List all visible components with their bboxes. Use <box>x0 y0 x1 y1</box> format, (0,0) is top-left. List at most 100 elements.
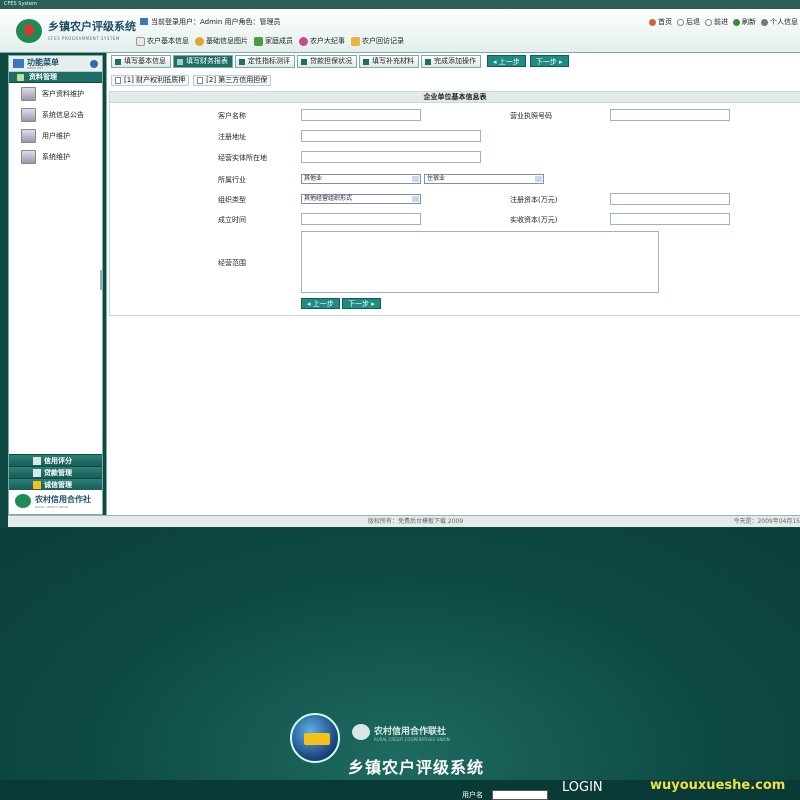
sidebar-section-credit-score[interactable]: 信用评分 <box>9 454 102 466</box>
form-prev-button[interactable]: ◂ 上一步 <box>301 298 340 309</box>
industry-select-primary[interactable]: 其他业 <box>301 174 421 184</box>
quick-link-visit-records[interactable]: 农户回访记录 <box>351 36 404 46</box>
login-button[interactable]: LOGIN <box>562 780 603 795</box>
paid-capital-input[interactable] <box>610 213 730 225</box>
sidebar: 功能菜单 MENU LIST 资料管理 客户资料维护 系统信息公告 用户维护 系… <box>8 55 103 515</box>
home-icon <box>649 18 656 26</box>
industry-label: 所属行业 <box>218 176 246 184</box>
reg-capital-label: 注册资本(万元) <box>510 196 558 204</box>
quick-link-basic-photos[interactable]: 基础信息图片 <box>195 36 248 46</box>
prev-step-button[interactable]: ◂ 上一步 <box>487 55 526 67</box>
sidebar-item-system-maintenance[interactable]: 系统维护 <box>9 146 102 167</box>
biz-scope-label: 经营范围 <box>218 259 246 267</box>
events-icon <box>299 36 308 46</box>
license-no-input[interactable] <box>610 109 730 121</box>
sidebar-item-label: 系统维护 <box>42 152 70 161</box>
username-input[interactable] <box>492 790 548 800</box>
quick-link-family-members[interactable]: 家庭成员 <box>254 36 293 46</box>
forward-icon <box>705 18 712 26</box>
tab-loan-guarantee[interactable]: 贷款担保状况 <box>297 55 357 68</box>
quick-link-label: 农户大纪事 <box>310 37 345 45</box>
subtab-label: [2] 第三方信用担保 <box>206 76 268 84</box>
form-next-button[interactable]: 下一步 ▸ <box>342 298 381 309</box>
sidebar-section-loan-management[interactable]: 贷款管理 <box>9 466 102 478</box>
watermark-text: wuyouxueshe.com <box>650 778 786 793</box>
tab-financial-report[interactable]: 填写财务报表 <box>173 55 233 68</box>
tab-label: 填写基本信息 <box>124 57 166 65</box>
sidebar-item-label: 用户维护 <box>42 131 70 140</box>
reg-capital-input[interactable] <box>610 193 730 205</box>
app-subtitle: CFES PROGRAMMENT SYSTEM <box>48 36 120 41</box>
subtab-label: [1] 财产权利抵质押 <box>124 76 186 84</box>
quick-link-label: 农户回访记录 <box>362 37 404 45</box>
sidebar-section-integrity-management[interactable]: 诚信管理 <box>9 478 102 490</box>
section-label: 资料管理 <box>29 73 57 81</box>
sidebar-item-user-maintenance[interactable]: 用户维护 <box>9 125 102 146</box>
tab-label: 填写补充材料 <box>372 57 414 65</box>
reg-address-input[interactable] <box>301 130 481 142</box>
tab-complete[interactable]: 完成添加操作 <box>421 55 481 68</box>
rural-credit-emblem-icon <box>352 724 370 740</box>
loan-icon <box>33 469 41 477</box>
sidebar-logo-text: 农村信用合作社 <box>35 495 91 504</box>
forward-link[interactable]: 前进 <box>705 17 728 27</box>
profile-icon <box>761 18 768 26</box>
tab-label: 定性指标测评 <box>248 57 290 65</box>
biz-scope-textarea[interactable] <box>301 231 659 293</box>
home-label: 首页 <box>658 18 672 26</box>
sidebar-subtitle: MENU LIST <box>27 66 44 70</box>
rural-credit-emblem-icon <box>16 19 42 43</box>
tab-supplementary-material[interactable]: 填写补充材料 <box>359 55 419 68</box>
date-text: 今天是：2009年04月15 <box>733 518 800 525</box>
user-info-text: 当前登录用户：Admin 用户角色：管理员 <box>151 18 281 26</box>
industry-select-secondary[interactable]: 住宿业 <box>424 174 544 184</box>
credit-score-icon <box>33 457 41 465</box>
header-nav-links: 首页 后退 前进 刷新 个人信息 <box>649 17 798 27</box>
username-label: 用户名 <box>462 791 483 799</box>
sidebar-section-data-management[interactable]: 资料管理 <box>9 72 102 83</box>
sidebar-header: 功能菜单 MENU LIST <box>9 56 102 72</box>
tab-icon <box>177 58 183 65</box>
form-prev-label: 上一步 <box>312 300 334 308</box>
subtab-guarantee[interactable]: [2] 第三方信用担保 <box>193 75 272 86</box>
menu-icon <box>13 59 24 68</box>
window-title-bar: CFES System <box>0 0 800 9</box>
subtab-collateral[interactable]: [1] 财产权利抵质押 <box>111 75 190 86</box>
document-icon <box>115 77 121 84</box>
home-link[interactable]: 首页 <box>649 17 672 27</box>
notice-icon <box>21 107 36 122</box>
folder-icon <box>351 36 360 46</box>
tab-icon <box>301 58 307 65</box>
refresh-link[interactable]: 刷新 <box>733 17 756 27</box>
sidebar-item-customer-data[interactable]: 客户资料维护 <box>9 83 102 104</box>
org-type-select[interactable]: 其他经营组织形式 <box>301 194 421 204</box>
login-background: 农村信用合作联社 RURAL CREDIT COOPERATIVES UNION… <box>0 528 800 800</box>
association-subname: RURAL CREDIT COOPERATIVES UNION <box>374 737 450 742</box>
photo-icon <box>195 36 204 46</box>
sidebar-item-system-notice[interactable]: 系统信息公告 <box>9 104 102 125</box>
sidebar-splitter[interactable] <box>100 270 103 290</box>
sidebar-logo-subtext: RURAL CREDIT UNION <box>35 505 68 509</box>
profile-link[interactable]: 个人信息 <box>761 17 798 27</box>
quick-link-label: 基础信息图片 <box>206 37 248 45</box>
login-system-title: 乡镇农户评级系统 <box>348 758 485 777</box>
tab-icon <box>363 58 369 65</box>
cfes-logo-mark <box>304 733 330 745</box>
main-content: 填写基本信息 填写财务报表 定性指标测评 贷款担保状况 填写补充材料 完成添加操… <box>106 53 800 515</box>
tab-icon <box>425 58 431 65</box>
tab-qualitative-evaluation[interactable]: 定性指标测评 <box>235 55 295 68</box>
sub-tabs: [1] 财产权利抵质押 [2] 第三方信用担保 <box>111 75 272 86</box>
biz-location-input[interactable] <box>301 151 481 163</box>
customer-name-input[interactable] <box>301 109 421 121</box>
quick-link-household-info[interactable]: 农户基本信息 <box>136 36 189 46</box>
back-link[interactable]: 后退 <box>677 17 700 27</box>
established-input[interactable] <box>301 213 421 225</box>
sidebar-bottom: 信用评分 贷款管理 诚信管理 农村信用合作社 RURAL CREDIT UNIO… <box>9 454 102 514</box>
quick-link-events[interactable]: 农户大纪事 <box>299 36 345 46</box>
license-no-label: 营业执照号码 <box>510 112 552 120</box>
tab-label: 贷款担保状况 <box>310 57 352 65</box>
paid-capital-label: 实收资本(万元) <box>510 216 558 224</box>
collapse-icon[interactable] <box>90 60 98 68</box>
next-step-button[interactable]: 下一步 ▸ <box>529 55 569 67</box>
tab-basic-info[interactable]: 填写基本信息 <box>111 55 171 68</box>
